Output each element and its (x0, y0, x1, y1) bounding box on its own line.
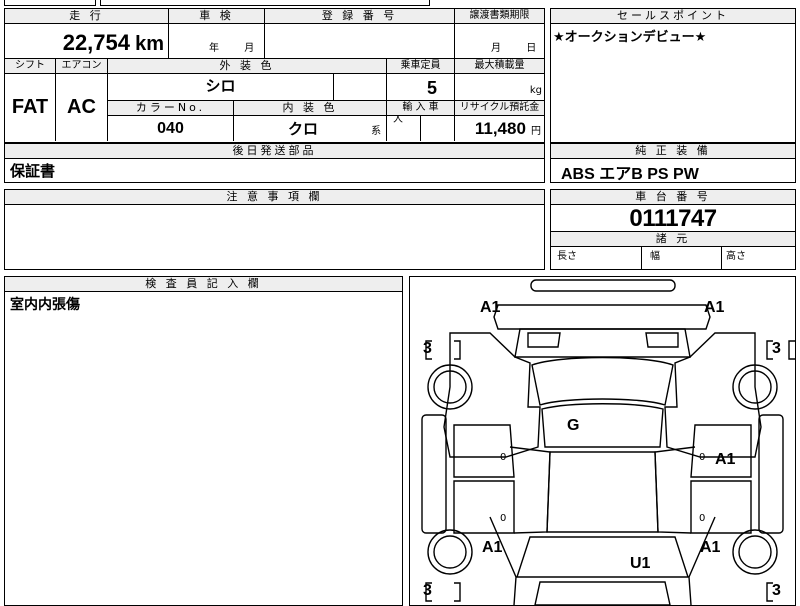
color-no-value: 040 (107, 115, 233, 141)
car-diagram: A1 A1 G A1 A1 A1 U1 3 3 3 3 0 0 0 0 (409, 276, 796, 606)
inspection-header: 車 検 (168, 9, 264, 24)
zero-left-rear: 0 (500, 513, 507, 524)
car-outline (421, 279, 795, 605)
dims-height: 高さ (721, 246, 795, 269)
ac-value: AC (55, 74, 107, 141)
chassis-value: 0111747 (629, 205, 717, 232)
parts-box: 後日発送部品 保証書 (4, 143, 545, 183)
top-fragment-left (4, 0, 96, 6)
notes-box: 注 意 事 項 欄 (4, 189, 545, 270)
chassis-header: 車 台 番 号 (551, 190, 795, 205)
exterior-value: シロ (107, 74, 333, 100)
recycle-value: 11,480 円 (454, 115, 544, 141)
mileage-header: 走 行 (5, 9, 168, 24)
color-no-header: カラーNo. (107, 100, 233, 116)
zero-left-front: 0 (500, 452, 507, 463)
exterior-header: 外 装 色 (107, 59, 386, 74)
import-header: 輸 入 車 (386, 100, 454, 116)
tire-mark-front-left: 3 (423, 340, 432, 357)
transfer-header: 譲渡書類期限 (454, 9, 544, 24)
inspector-value: 室内内張傷 (10, 297, 80, 313)
chassis-box: 車 台 番 号 0111747 諸 元 長さ 幅 高さ (550, 189, 796, 270)
spec-table-mid: シフト エアコン FAT AC 外 装 色 乗車定員 最大積載量 シロ 5 人 … (4, 59, 545, 143)
capacity-value: 5 人 (386, 74, 454, 125)
parts-value: 保証書 (10, 162, 56, 180)
mark-rear: U1 (630, 555, 651, 572)
tire-mark-front-right: 3 (772, 340, 781, 357)
recycle-header: リサイクル預託金 (454, 100, 544, 116)
registration-value (264, 24, 454, 58)
notes-header: 注 意 事 項 欄 (5, 190, 544, 205)
dims-length: 長さ (557, 251, 577, 262)
dims-width: 幅 (641, 246, 721, 269)
import-value-2 (420, 115, 454, 141)
top-fragment-mid (100, 0, 430, 6)
mark-windshield: G (567, 417, 580, 434)
spec-table-top: 走 行 車 検 登 録 番 号 譲渡書類期限 22,754 km 年 月 月 日 (4, 8, 545, 59)
tire-mark-rear-left: 3 (423, 582, 432, 599)
inspector-header: 検 査 員 記 入 欄 (5, 277, 402, 292)
registration-header: 登 録 番 号 (264, 9, 454, 24)
sales-point-text: ★オークションデビュー★ (553, 30, 707, 45)
mark-front-right: A1 (704, 299, 725, 316)
inspection-value: 年 月 (168, 24, 264, 58)
zero-right-rear: 0 (699, 513, 706, 524)
transfer-value: 月 日 (454, 24, 544, 58)
equipment-header: 純 正 装 備 (551, 144, 795, 159)
mileage-value: 22,754 km (62, 30, 164, 55)
equipment-box: 純 正 装 備 ABS エアB PS PW (550, 143, 796, 183)
ac-header: エアコン (55, 59, 107, 74)
shift-header: シフト (5, 59, 55, 74)
exterior-extra (333, 74, 386, 100)
import-value (386, 115, 420, 141)
interior-header: 内 装 色 (233, 100, 386, 116)
parts-header: 後日発送部品 (5, 144, 544, 159)
max-load-header: 最大積載量 (454, 59, 544, 74)
capacity-header: 乗車定員 (386, 59, 454, 74)
sales-point-header: セールスポイント (551, 9, 795, 24)
mark-rear-right: A1 (700, 539, 721, 556)
dims-row: 長さ 幅 高さ (551, 246, 795, 269)
zero-right-front: 0 (699, 452, 706, 463)
max-load-value: kg (454, 74, 544, 100)
mark-front-left: A1 (480, 299, 501, 316)
inspector-box: 検 査 員 記 入 欄 室内内張傷 (4, 276, 403, 606)
mark-right-front-door: A1 (715, 451, 736, 468)
sales-point-box: セールスポイント ★オークションデビュー★ (550, 8, 796, 143)
dims-header: 諸 元 (551, 231, 795, 247)
shift-value: FAT (11, 96, 49, 118)
interior-value: クロ 系 (233, 115, 386, 141)
mark-rear-left: A1 (482, 539, 503, 556)
equipment-value: ABS エアB PS PW (561, 166, 699, 183)
tire-mark-rear-right: 3 (772, 582, 781, 599)
